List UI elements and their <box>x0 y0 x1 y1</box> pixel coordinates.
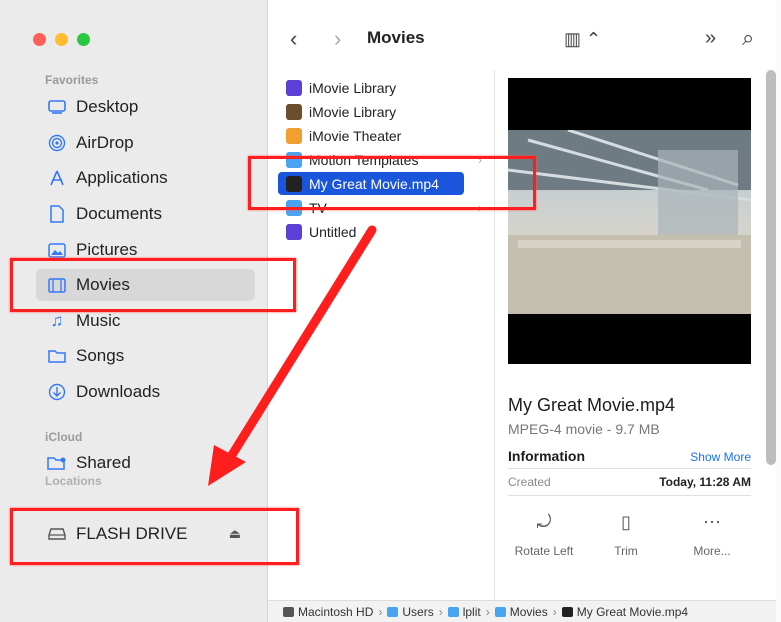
finder-window: Favorites Desktop AirDrop Applications D… <box>0 0 781 622</box>
drag-arrow-icon <box>208 225 377 486</box>
